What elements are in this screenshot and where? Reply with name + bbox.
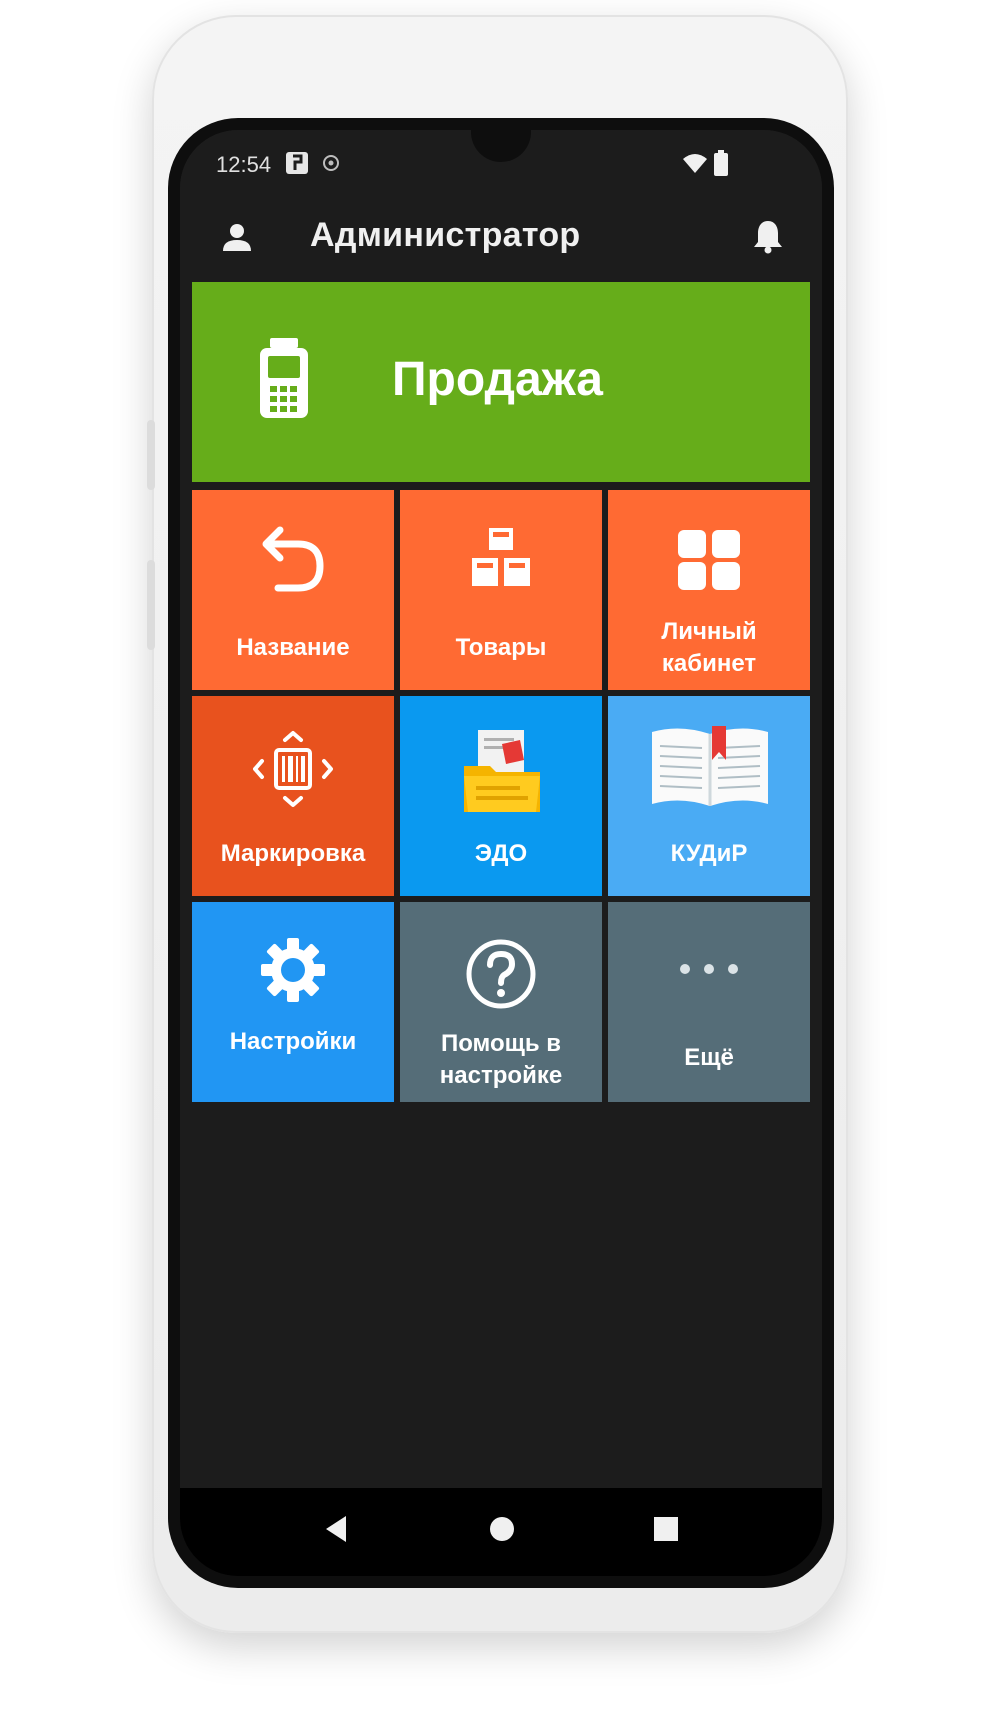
side-button-volume bbox=[147, 420, 155, 490]
app-notification-icon bbox=[284, 150, 310, 181]
tile-edo-label: ЭДО bbox=[474, 840, 528, 867]
sync-status-icon bbox=[322, 154, 340, 177]
more-dots-icon bbox=[678, 962, 740, 981]
help-circle-icon bbox=[465, 938, 537, 1015]
pos-terminal-icon bbox=[258, 338, 310, 425]
app-bar: Администратор bbox=[180, 190, 822, 282]
user-role-title: Администратор bbox=[310, 216, 581, 254]
back-icon[interactable] bbox=[322, 1514, 350, 1549]
tile-settings[interactable]: Настройки bbox=[192, 902, 394, 1102]
bell-icon[interactable] bbox=[752, 218, 784, 259]
sale-tile[interactable]: Продажа bbox=[192, 282, 810, 482]
document-folder-icon bbox=[462, 726, 542, 821]
tile-help[interactable]: Помощь в настройке bbox=[400, 902, 602, 1102]
camera-notch bbox=[471, 130, 531, 162]
tile-name-label: Название bbox=[236, 634, 350, 661]
status-time: 12:54 bbox=[216, 152, 272, 177]
boxes-icon bbox=[468, 528, 534, 595]
status-bar: 12:54 bbox=[180, 130, 822, 190]
tile-kudir-label: КУДиР bbox=[670, 840, 748, 867]
tile-account-label: Личный кабинет bbox=[661, 618, 757, 677]
tile-goods[interactable]: Товары bbox=[400, 490, 602, 690]
phone-bezel: 12:54 Администратор Продажа Название Тов… bbox=[168, 118, 834, 1588]
user-icon[interactable] bbox=[220, 220, 254, 259]
tile-more[interactable]: Ещё bbox=[608, 902, 810, 1102]
tile-edo[interactable]: ЭДО bbox=[400, 696, 602, 896]
sale-label: Продажа bbox=[392, 353, 603, 406]
gear-icon bbox=[259, 936, 327, 1009]
system-nav-bar bbox=[180, 1488, 822, 1576]
dashboard-grid-icon bbox=[676, 528, 742, 597]
tile-name[interactable]: Название bbox=[192, 490, 394, 690]
tile-more-label: Ещё bbox=[684, 1044, 734, 1071]
side-button-power bbox=[147, 560, 155, 650]
barcode-scan-icon bbox=[252, 730, 334, 813]
tile-marking-label: Маркировка bbox=[220, 840, 366, 867]
phone-screen: 12:54 Администратор Продажа Название Тов… bbox=[180, 130, 822, 1576]
tile-settings-label: Настройки bbox=[229, 1028, 357, 1055]
open-book-icon bbox=[648, 724, 772, 819]
tile-marking[interactable]: Маркировка bbox=[192, 696, 394, 896]
tile-help-label: Помощь в настройке bbox=[439, 1030, 563, 1089]
home-icon[interactable] bbox=[488, 1514, 516, 1549]
tile-account[interactable]: Личный кабинет bbox=[608, 490, 810, 690]
recents-icon[interactable] bbox=[652, 1514, 680, 1549]
wifi-icon bbox=[682, 152, 708, 179]
tile-goods-label: Товары bbox=[455, 634, 547, 661]
battery-icon bbox=[714, 150, 728, 181]
tile-kudir[interactable]: КУДиР bbox=[608, 696, 810, 896]
undo-arrow-icon bbox=[258, 526, 328, 597]
